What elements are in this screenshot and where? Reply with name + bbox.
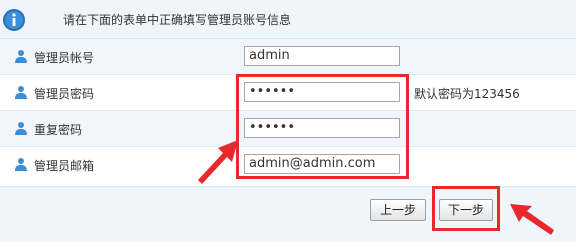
username-label: 管理员帐号: [34, 51, 95, 65]
username-input[interactable]: admin: [244, 46, 400, 66]
next-button-highlight: [432, 186, 500, 231]
red-arrow-icon: [510, 204, 554, 235]
prev-step-button[interactable]: 上一步: [370, 199, 426, 221]
info-banner: 请在下面的表单中正确填写管理员账号信息: [0, 0, 576, 39]
email-label: 管理员邮箱: [34, 159, 95, 173]
default-password-hint: 默认密码为123456: [414, 87, 520, 101]
user-icon: [15, 158, 27, 171]
user-icon: [15, 86, 27, 99]
info-icon: [3, 9, 25, 31]
password-label: 管理员密码: [34, 87, 95, 101]
user-icon: [15, 50, 27, 63]
user-icon: [15, 122, 27, 135]
red-arrow-icon: [198, 140, 238, 184]
password-fields-highlight: [236, 74, 409, 179]
confirm-password-label: 重复密码: [34, 123, 83, 137]
info-message: 请在下面的表单中正确填写管理员账号信息: [63, 13, 292, 27]
form-row-username: 管理员帐号 admin: [0, 39, 576, 74]
